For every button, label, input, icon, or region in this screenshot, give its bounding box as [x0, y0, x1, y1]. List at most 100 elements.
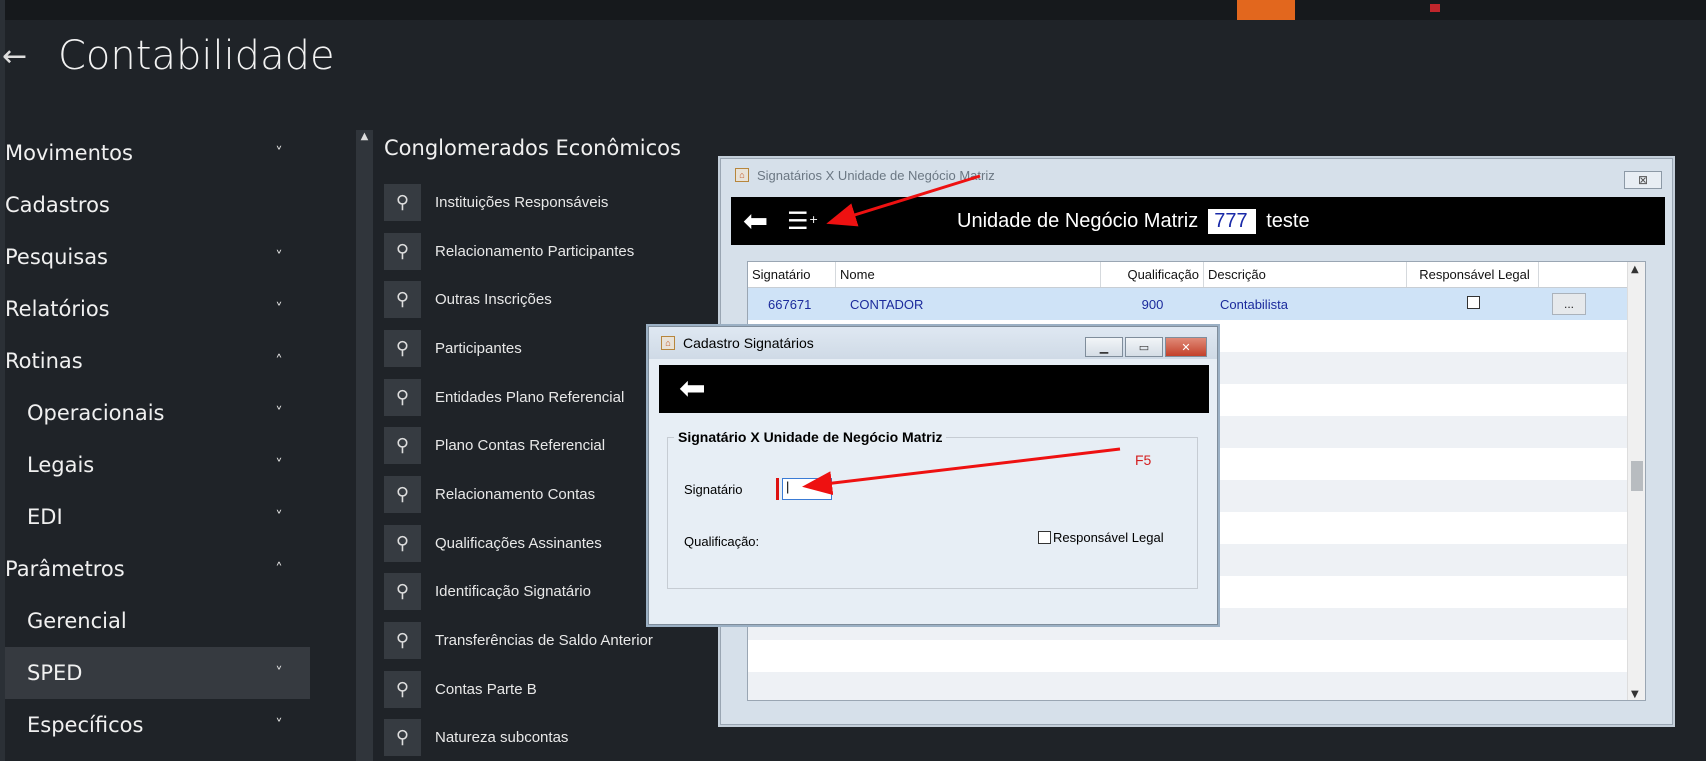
maximize-button[interactable]: ▭ [1125, 337, 1163, 357]
submenu-item-label: Transferências de Saldo Anterior [435, 632, 653, 650]
back-arrow-icon[interactable]: ⬅ [679, 369, 723, 407]
sidebar-nav: Movimentos ˅ Cadastros Pesquisas ˅ Relatór… [5, 127, 310, 751]
table-row[interactable]: 667671 CONTADOR 900 Contabilista ... [748, 288, 1645, 320]
chevron-down-icon: ˅ [275, 716, 283, 734]
window-title: Signatários X Unidade de Negócio Matriz [757, 167, 995, 183]
minimize-button[interactable]: ▁ [1085, 337, 1123, 357]
wrench-icon: ⚲ [384, 622, 421, 660]
groupbox-title: Signatário X Unidade de Negócio Matriz [674, 429, 947, 445]
sidebar-item-rotinas[interactable]: Rotinas ˄ [5, 335, 310, 387]
wrench-icon: ⚲ [384, 232, 421, 270]
page-title: Contabilidade [58, 33, 335, 79]
window-titlebar[interactable]: ⌂ Signatários X Unidade de Negócio Matri… [721, 159, 1672, 191]
column-header[interactable]: Nome [836, 262, 1101, 287]
submenu-item[interactable]: ⚲ Natureza subcontas [384, 714, 684, 761]
submenu-item[interactable]: ⚲ Instituições Responsáveis [384, 178, 684, 227]
sidebar-item-legais[interactable]: Legais ˅ [5, 439, 310, 491]
submenu-item[interactable]: ⚲ Transferências de Saldo Anterior [384, 616, 684, 665]
submenu-item[interactable]: ⚲ Contas Parte B [384, 665, 684, 714]
checkbox-icon [1038, 531, 1051, 544]
chevron-down-icon: ˅ [275, 664, 283, 682]
submenu-item[interactable]: ⚲ Participantes [384, 324, 684, 373]
signatario-input[interactable]: | [782, 478, 832, 500]
responsavel-checkbox[interactable] [1466, 296, 1480, 309]
grid-header: Signatário Nome Qualificação Descrição R… [748, 262, 1645, 288]
sidebar-item-cadastros[interactable]: Cadastros [5, 179, 310, 231]
submenu-item[interactable]: ⚲ Identificação Signatário [384, 568, 684, 617]
cell-responsavel [1407, 296, 1539, 312]
cell-nome: CONTADOR [850, 296, 924, 312]
sidebar-item-especificos[interactable]: Específicos ˅ [5, 699, 310, 751]
scroll-down-icon[interactable]: ▼ [1631, 689, 1639, 700]
responsavel-legal-checkbox[interactable]: Responsável Legal [1038, 530, 1164, 545]
sidebar-item-pesquisas[interactable]: Pesquisas ˅ [5, 231, 310, 283]
window-toolbar: ⬅ ☰ + Unidade de Negócio Matriz 777 teste [731, 197, 1665, 245]
back-arrow-icon[interactable]: ⬅ [743, 204, 787, 239]
scroll-thumb[interactable] [1631, 461, 1643, 491]
column-header[interactable]: Descrição [1204, 262, 1407, 287]
cell-action: ... [1539, 293, 1599, 315]
signatario-label: Signatário [684, 482, 743, 497]
submenu-scrollbar[interactable]: ▲ [356, 130, 373, 761]
chevron-up-icon: ˄ [275, 560, 283, 578]
add-list-icon[interactable]: ☰ + [787, 207, 827, 235]
sidebar-item-edi[interactable]: EDI ˅ [5, 491, 310, 543]
sidebar-item-relatorios[interactable]: Relatórios ˅ [5, 283, 310, 335]
row-details-button[interactable]: ... [1552, 293, 1586, 315]
window-controls: ▁ ▭ ✕ [1085, 337, 1207, 357]
submenu-item[interactable]: ⚲ Entidades Plano Referencial [384, 373, 684, 422]
scroll-up-icon[interactable]: ▲ [1631, 264, 1639, 275]
sidebar-item-gerencial[interactable]: Gerencial [5, 595, 310, 647]
top-bar-accent[interactable] [1237, 0, 1295, 20]
sidebar-item-parametros[interactable]: Parâmetros ˄ [5, 543, 310, 595]
app-icon: ⌂ [735, 168, 749, 182]
sidebar-item-operacionais[interactable]: Operacionais ˅ [5, 387, 310, 439]
submenu-item[interactable]: ⚲ Relacionamento Participantes [384, 227, 684, 276]
back-arrow-icon[interactable]: ← [0, 39, 40, 74]
grid-scrollbar[interactable]: ▲ ▼ [1627, 262, 1645, 700]
empty-row [748, 672, 1645, 700]
cadastro-signatarios-dialog: ⌂ Cadastro Signatários ▁ ▭ ✕ ⬅ Signatári… [648, 326, 1218, 625]
submenu-title: Conglomerados Econômicos [384, 136, 681, 160]
close-icon: ⊠ [1637, 173, 1649, 187]
minimize-icon: ▁ [1099, 340, 1109, 354]
sidebar-item-sped[interactable]: SPED ˅ [5, 647, 310, 699]
wrench-icon: ⚲ [384, 719, 421, 757]
close-button[interactable]: ✕ [1165, 337, 1207, 357]
top-bar [0, 0, 1706, 20]
submenu-item-label: Instituições Responsáveis [435, 193, 609, 211]
close-icon: ✕ [1181, 340, 1191, 354]
close-button[interactable]: ⊠ [1624, 171, 1662, 189]
column-header[interactable]: Responsável Legal [1407, 262, 1539, 287]
wrench-icon: ⚲ [384, 427, 421, 465]
submenu-item[interactable]: ⚲ Plano Contas Referencial [384, 421, 684, 470]
empty-row [748, 640, 1645, 672]
unidade-label: Unidade de Negócio Matriz [957, 209, 1199, 232]
unidade-code-field[interactable]: 777 [1208, 208, 1257, 234]
submenu-item-label: Contas Parte B [435, 680, 537, 698]
cell-qualificacao: 900 [1141, 296, 1164, 312]
submenu-item-label: Natureza subcontas [435, 729, 569, 747]
sidebar-item-label: Específicos [27, 713, 144, 737]
checkbox-label: Responsável Legal [1053, 530, 1164, 545]
submenu-item-label: Entidades Plano Referencial [435, 388, 625, 406]
submenu-item[interactable]: ⚲ Relacionamento Contas [384, 470, 684, 519]
signatario-groupbox: Signatário X Unidade de Negócio Matriz S… [667, 429, 1198, 589]
chevron-down-icon: ˅ [275, 300, 283, 318]
chevron-up-icon: ˄ [275, 352, 283, 370]
scroll-up-icon[interactable]: ▲ [356, 131, 373, 142]
cell-signatario: 667671 [768, 296, 812, 312]
wrench-icon: ⚲ [384, 281, 421, 319]
wrench-icon: ⚲ [384, 573, 421, 611]
submenu-item-label: Outras Inscrições [435, 291, 552, 309]
submenu-item-label: Relacionamento Contas [435, 485, 596, 503]
dialog-toolbar: ⬅ [659, 365, 1209, 413]
column-header[interactable]: Qualificação [1101, 262, 1204, 287]
wrench-icon: ⚲ [384, 329, 421, 367]
submenu-item[interactable]: ⚲ Outras Inscrições [384, 275, 684, 324]
submenu-item[interactable]: ⚲ Qualificações Assinantes [384, 519, 684, 568]
sidebar-item-movimentos[interactable]: Movimentos ˅ [5, 127, 310, 179]
column-header[interactable]: Signatário [748, 262, 836, 287]
sidebar-item-label: Operacionais [27, 401, 165, 425]
wrench-icon: ⚲ [384, 475, 421, 513]
